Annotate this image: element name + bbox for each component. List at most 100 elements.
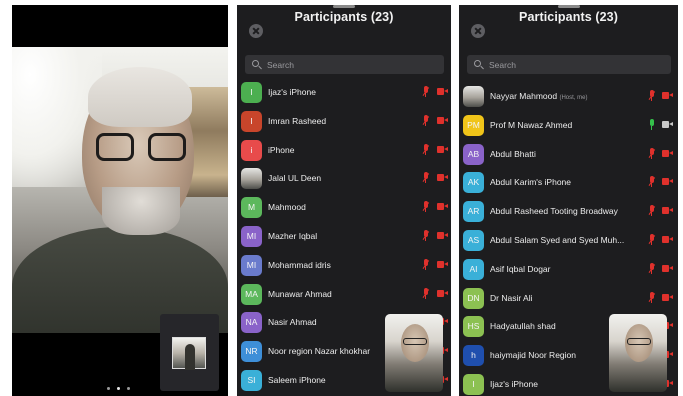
participant-name: Ijaz's iPhone bbox=[268, 87, 316, 97]
participant-row[interactable]: AR Abdul Rasheed Tooting Broadway bbox=[459, 197, 678, 226]
participant-name: Dr Nasir Ali bbox=[490, 293, 533, 303]
participant-name-text: Nasir Ahmad bbox=[268, 317, 317, 328]
speaker-glasses bbox=[96, 133, 186, 163]
participant-name-text: Prof M Nawaz Ahmed bbox=[490, 119, 573, 130]
video-camera-off-icon bbox=[437, 289, 448, 297]
participant-name: Nayyar Mahmood (Host, me) bbox=[490, 91, 587, 101]
self-view-image bbox=[172, 337, 206, 370]
search-icon bbox=[252, 60, 259, 67]
avatar: M bbox=[241, 197, 262, 219]
participant-name: Hadyatullah shad bbox=[490, 321, 556, 331]
page-indicator[interactable] bbox=[107, 387, 137, 393]
participant-name: Jalal UL Deen bbox=[268, 173, 321, 183]
participant-row[interactable]: PM Prof M Nawaz Ahmed bbox=[459, 111, 678, 140]
video-camera-off-icon bbox=[662, 293, 673, 301]
participant-name-text: Abdul Rasheed Tooting Broadway bbox=[490, 206, 618, 217]
participant-name: Mohammad idris bbox=[268, 260, 331, 270]
avatar: I bbox=[241, 82, 262, 103]
participant-name: Nasir Ahmad bbox=[268, 317, 317, 327]
participant-row[interactable]: i iPhone bbox=[237, 136, 451, 165]
participant-row[interactable]: M Mahmood bbox=[237, 193, 451, 222]
participant-name-text: Mazher Iqbal bbox=[268, 230, 318, 241]
avatar: h bbox=[463, 345, 484, 367]
microphone-muted-icon bbox=[647, 233, 656, 246]
search-bar[interactable] bbox=[245, 55, 444, 74]
avatar bbox=[463, 86, 484, 107]
participants-panel-right: Participants (23) Nayyar Mahmood (Host, … bbox=[459, 5, 678, 396]
participant-row[interactable]: DN Dr Nasir Ali bbox=[459, 284, 678, 313]
participant-name: iPhone bbox=[268, 145, 294, 155]
floating-video-thumbnail[interactable] bbox=[609, 314, 667, 392]
participant-name-text: Munawar Ahmad bbox=[268, 288, 332, 299]
video-camera-off-icon bbox=[437, 260, 448, 268]
self-view-thumbnail[interactable] bbox=[160, 314, 219, 391]
participant-row[interactable]: AS Abdul Salam Syed and Syed Muh... bbox=[459, 226, 678, 255]
participant-row[interactable]: AI Asif Iqbal Dogar bbox=[459, 255, 678, 284]
avatar: I bbox=[241, 110, 262, 132]
participant-name-text: Imran Rasheed bbox=[268, 115, 327, 126]
video-call-view bbox=[12, 5, 228, 396]
participant-row[interactable]: I Ijaz's iPhone bbox=[237, 78, 451, 107]
participant-name-text: Asif Iqbal Dogar bbox=[490, 263, 551, 274]
microphone-muted-icon bbox=[421, 114, 430, 127]
participant-row[interactable]: AB Abdul Bhatti bbox=[459, 140, 678, 169]
call-top-bar bbox=[12, 5, 228, 47]
participant-row[interactable]: MI Mazher Iqbal bbox=[237, 222, 451, 251]
avatar bbox=[241, 168, 262, 190]
panel-title: Participants (23) bbox=[519, 10, 618, 24]
participant-name-text: Mohammad idris bbox=[268, 259, 331, 270]
video-camera-off-icon bbox=[662, 235, 673, 243]
close-icon[interactable] bbox=[471, 24, 485, 38]
avatar: AB bbox=[463, 143, 484, 165]
search-bar[interactable] bbox=[467, 55, 671, 74]
page-dot-active[interactable] bbox=[117, 387, 120, 390]
sheet-grabber[interactable] bbox=[333, 5, 355, 8]
participant-row[interactable]: MA Munawar Ahmad bbox=[237, 280, 451, 309]
participant-name-text: Saleem iPhone bbox=[268, 374, 326, 385]
participant-name: Prof M Nawaz Ahmed bbox=[490, 120, 572, 130]
participant-name-text: iPhone bbox=[268, 144, 295, 155]
participant-row[interactable]: Nayyar Mahmood (Host, me) bbox=[459, 82, 678, 111]
pip-glasses bbox=[403, 338, 427, 345]
avatar: PM bbox=[463, 114, 484, 136]
microphone-muted-icon bbox=[421, 172, 430, 184]
video-camera-off-icon bbox=[437, 174, 448, 182]
participant-row[interactable]: AK Abdul Karim's iPhone bbox=[459, 168, 678, 197]
participant-name-text: Jalal UL Deen bbox=[268, 173, 322, 184]
avatar: I bbox=[463, 373, 484, 395]
microphone-muted-icon bbox=[647, 262, 656, 275]
video-camera-off-icon bbox=[437, 203, 448, 211]
avatar: NR bbox=[241, 341, 262, 363]
participant-name: Saleem iPhone bbox=[268, 375, 326, 385]
microphone-muted-icon bbox=[421, 229, 430, 242]
sheet-grabber[interactable] bbox=[557, 5, 580, 8]
microphone-muted-icon bbox=[421, 258, 430, 271]
panel-title: Participants (23) bbox=[294, 10, 394, 24]
search-input[interactable] bbox=[489, 55, 659, 74]
participant-name: Abdul Bhatti bbox=[490, 149, 536, 159]
avatar: AS bbox=[463, 229, 484, 251]
search-input[interactable] bbox=[267, 55, 437, 74]
participant-role: (Host, me) bbox=[559, 95, 588, 101]
speaker-beard bbox=[102, 187, 180, 235]
page-dot[interactable] bbox=[127, 387, 130, 390]
avatar: AI bbox=[463, 258, 484, 280]
page-dot[interactable] bbox=[107, 387, 110, 390]
avatar: AR bbox=[463, 201, 484, 223]
video-camera-off-icon bbox=[662, 92, 673, 99]
microphone-icon bbox=[647, 118, 656, 131]
floating-video-thumbnail[interactable] bbox=[385, 314, 443, 392]
participant-row[interactable]: I Imran Rasheed bbox=[237, 107, 451, 136]
participant-row[interactable]: Jalal UL Deen bbox=[237, 164, 451, 193]
avatar: MI bbox=[241, 254, 262, 276]
avatar: MA bbox=[241, 283, 262, 305]
participant-name: Munawar Ahmad bbox=[268, 289, 332, 299]
participant-row[interactable]: MI Mohammad idris bbox=[237, 251, 451, 280]
avatar: DN bbox=[463, 287, 484, 309]
close-icon[interactable] bbox=[249, 24, 263, 38]
participant-name: Asif Iqbal Dogar bbox=[490, 264, 550, 274]
participant-name-text: Ijaz's iPhone bbox=[490, 378, 538, 389]
participant-name: Imran Rasheed bbox=[268, 116, 326, 126]
participant-name-text: Dr Nasir Ali bbox=[490, 292, 533, 303]
speaker-video[interactable] bbox=[12, 47, 228, 333]
